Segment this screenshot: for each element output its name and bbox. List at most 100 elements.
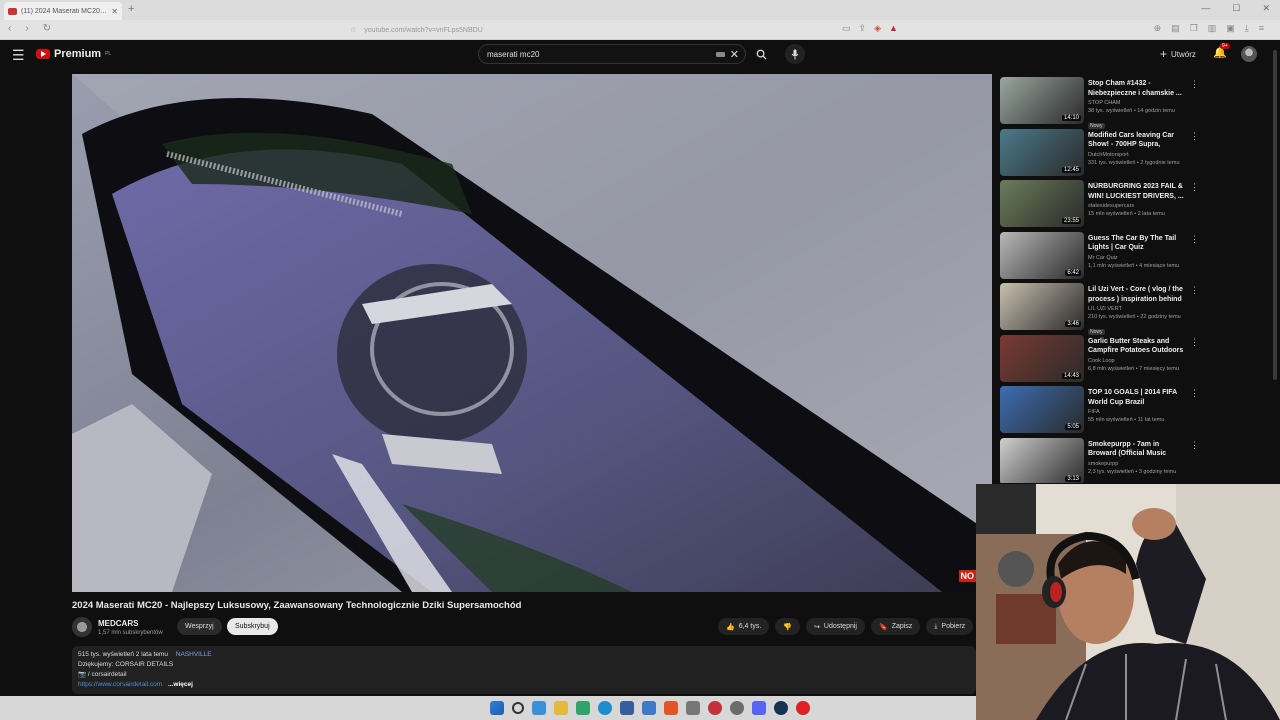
browser-menu-icon[interactable]: ≡ (1259, 23, 1264, 34)
video-player[interactable]: NO (72, 74, 992, 592)
back-icon[interactable]: ‹ (8, 23, 11, 34)
reload-icon[interactable]: ↻ (43, 23, 51, 34)
widgets-icon[interactable] (532, 701, 546, 715)
video-thumbnail[interactable]: 14:10 (1000, 77, 1084, 124)
warning-icon[interactable]: ▲ (889, 23, 898, 34)
recommended-video[interactable]: 3:46 Lil Uzi Vert - Core ( vlog / the pro… (1000, 283, 1205, 335)
recommended-channel[interactable]: Mr Car Quiz (1088, 255, 1188, 261)
reader-icon[interactable]: ▤ (1171, 23, 1180, 34)
share-page-icon[interactable]: ⇪ (859, 23, 867, 34)
brave-icon[interactable] (664, 701, 678, 715)
recommended-video[interactable]: 12:45 Modified Cars leaving Car Show! - 7… (1000, 128, 1205, 177)
clear-search-icon[interactable]: ✕ (730, 48, 739, 61)
app-icon[interactable] (708, 701, 722, 715)
search-icon[interactable] (512, 702, 524, 714)
video-thumbnail[interactable]: 12:45 (1000, 128, 1084, 176)
browser-tab[interactable]: (11) 2024 Maserati MC20 - Naj... ✕ (4, 2, 122, 20)
bookmark-icon[interactable]: ☆ (350, 26, 356, 34)
recommended-video[interactable]: 3:13 Smokepurpp - 7am in Broward (Officia… (1000, 437, 1205, 483)
shield-icon[interactable]: ◈ (874, 23, 881, 34)
url-field[interactable]: ☆ youtube.com/watch?v=vnFLps5NBDU (350, 23, 910, 37)
recommended-channel[interactable]: smokepurpp (1088, 461, 1188, 467)
recommended-channel[interactable]: FIFA (1088, 409, 1188, 415)
kebab-menu-icon[interactable]: ⋮ (1190, 285, 1199, 296)
kebab-menu-icon[interactable]: ⋮ (1190, 131, 1199, 142)
kebab-menu-icon[interactable]: ⋮ (1190, 337, 1199, 348)
edge-icon[interactable] (598, 701, 612, 715)
scrollbar[interactable] (1273, 50, 1277, 380)
recommended-title[interactable]: Garlic Butter Steaks and Campfire Potato… (1088, 337, 1188, 356)
recommended-title[interactable]: NÜRBURGRING 2023 FAIL & WIN! LUCKIEST DR… (1088, 182, 1188, 201)
create-button[interactable]: + Utwórz (1160, 47, 1196, 61)
steam-icon[interactable] (774, 701, 788, 715)
like-button[interactable]: 👍 6,4 tys. (718, 618, 770, 635)
more-button[interactable]: ...więcej (168, 681, 193, 688)
recommended-title[interactable]: Guess The Car By The Tail Lights | Car Q… (1088, 234, 1188, 253)
recommended-title[interactable]: Lil Uzi Vert - Core ( vlog / the process… (1088, 285, 1188, 304)
recommended-title[interactable]: Modified Cars leaving Car Show! - 700HP … (1088, 131, 1188, 150)
store-icon[interactable] (576, 701, 590, 715)
figma-icon[interactable] (686, 701, 700, 715)
recommended-video[interactable]: 14:43 Garlic Butter Steaks and Campfire P… (1000, 334, 1205, 383)
channel-name[interactable]: MEDCARS (98, 619, 163, 628)
recommended-title[interactable]: Stop Cham #1432 - Niebezpieczne i chamsk… (1088, 79, 1188, 98)
search-button[interactable] (750, 44, 772, 64)
kebab-menu-icon[interactable]: ⋮ (1190, 388, 1199, 399)
recommended-title[interactable]: TOP 10 GOALS | 2014 FIFA World Cup Brazi… (1088, 388, 1188, 407)
recommended-channel[interactable]: LIL UZI VERT (1088, 306, 1188, 312)
keyboard-icon[interactable] (716, 52, 725, 57)
sidebar-icon[interactable]: ▥ (1208, 23, 1217, 34)
kebab-menu-icon[interactable]: ⋮ (1190, 234, 1199, 245)
download-button[interactable]: ⤓ Pobierz (926, 618, 974, 635)
kebab-menu-icon[interactable]: ⋮ (1190, 440, 1199, 451)
recommended-channel[interactable]: DutchMotorsport (1088, 152, 1188, 158)
voice-search-button[interactable] (785, 44, 805, 64)
channel-avatar[interactable] (72, 617, 92, 637)
video-thumbnail[interactable]: 5:05 (1000, 386, 1084, 433)
tabs-icon[interactable]: ❐ (1190, 23, 1198, 34)
recommended-video[interactable]: 5:05 TOP 10 GOALS | 2014 FIFA World Cup B… (1000, 386, 1205, 434)
mail-icon[interactable] (642, 701, 656, 715)
youtube-logo[interactable]: Premium PL (36, 48, 111, 60)
video-thumbnail[interactable]: 3:46 (1000, 283, 1084, 330)
recommended-channel[interactable]: STOP CHAM (1088, 100, 1188, 106)
maximize-icon[interactable]: ☐ (1232, 3, 1240, 14)
screen-icon[interactable]: ▭ (842, 23, 851, 34)
video-thumbnail[interactable]: 14:43 (1000, 334, 1084, 382)
recommended-video[interactable]: 6:42 Guess The Car By The Tail Lights | C… (1000, 231, 1205, 280)
location-tag[interactable]: NASHVILLE (176, 651, 212, 658)
forward-icon[interactable]: › (25, 23, 28, 34)
kebab-menu-icon[interactable]: ⋮ (1190, 182, 1199, 193)
wallet-icon[interactable]: ▣ (1226, 23, 1235, 34)
new-tab-button[interactable]: + (128, 3, 134, 15)
start-icon[interactable] (490, 701, 504, 715)
channel-watermark[interactable]: NO (958, 570, 976, 582)
files-icon[interactable] (554, 701, 568, 715)
download-manager-icon[interactable]: ⤓ (1245, 23, 1249, 34)
description-link[interactable]: https://www.corsairdetail.com (78, 681, 162, 688)
avatar[interactable] (1241, 46, 1257, 62)
close-tab-icon[interactable]: ✕ (111, 7, 118, 16)
recommended-channel[interactable]: Cook Loop (1088, 358, 1188, 364)
recommended-title[interactable]: Smokepurpp - 7am in Broward (Official Mu… (1088, 440, 1188, 459)
video-description[interactable]: 515 tys. wyświetleń 2 lata temu NASHVILL… (72, 646, 976, 694)
record-icon[interactable] (796, 701, 810, 715)
settings-icon[interactable] (730, 701, 744, 715)
notifications-button[interactable]: 🔔 9+ (1213, 43, 1230, 59)
search-input[interactable]: maserati mc20 ✕ (478, 44, 746, 64)
support-button[interactable]: Wesprzyj (177, 618, 222, 635)
discord-icon[interactable] (752, 701, 766, 715)
menu-icon[interactable]: ☰ (12, 47, 25, 64)
dislike-button[interactable]: 👎 (775, 618, 801, 635)
video-thumbnail[interactable]: 6:42 (1000, 231, 1084, 279)
recommended-video[interactable]: 14:10 Stop Cham #1432 - Niebezpieczne i c… (1000, 77, 1205, 129)
recommended-channel[interactable]: statesidesupercars (1088, 203, 1188, 209)
minimize-icon[interactable]: — (1201, 3, 1210, 14)
extensions-icon[interactable]: ⊕ (1154, 23, 1162, 34)
close-window-icon[interactable]: ✕ (1262, 3, 1270, 14)
kebab-menu-icon[interactable]: ⋮ (1190, 79, 1199, 90)
video-thumbnail[interactable]: 3:13 (1000, 437, 1084, 483)
share-button[interactable]: ↪ Udostępnij (806, 618, 865, 635)
video-thumbnail[interactable]: 23:55 (1000, 180, 1084, 227)
app-icon[interactable] (620, 701, 634, 715)
